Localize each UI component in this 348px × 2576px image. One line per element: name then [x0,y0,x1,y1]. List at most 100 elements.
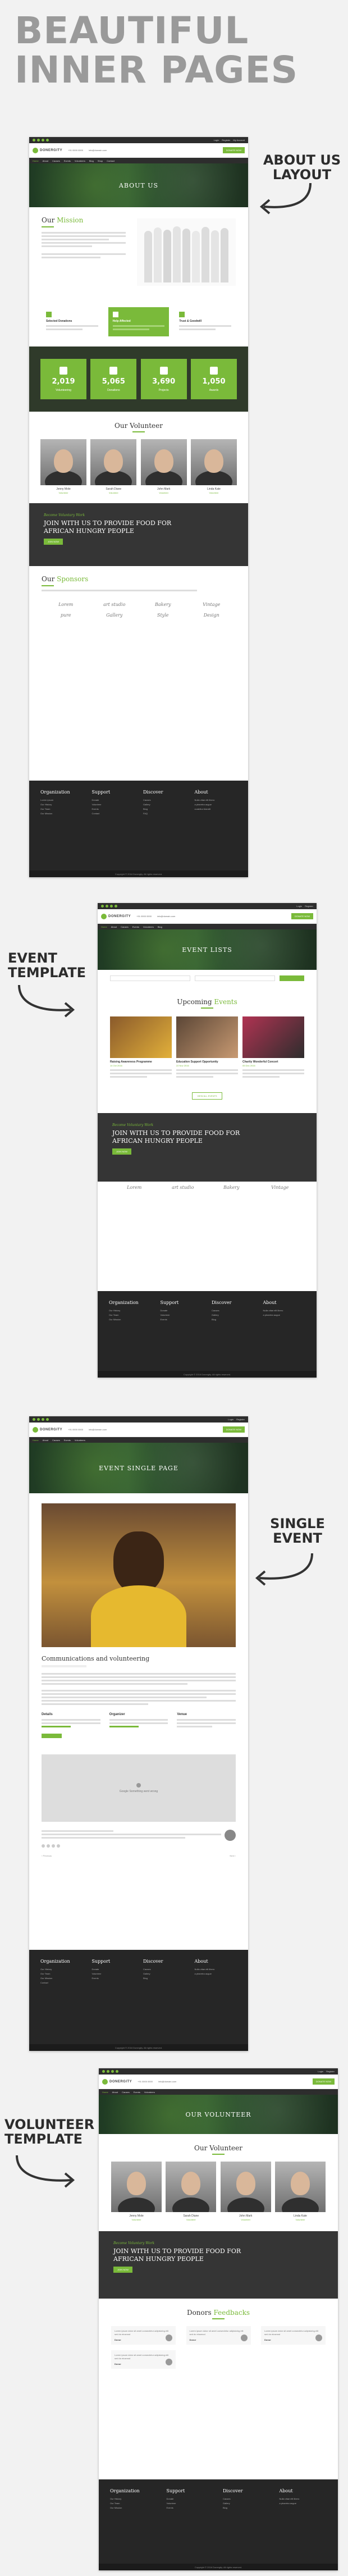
sponsor-logo: Lorem [58,602,74,607]
search-input[interactable] [110,975,190,981]
main-nav: Home About Causes Events Volunteers Blog… [29,158,248,163]
top-bar: Login Register My Account [29,137,248,143]
sponsor-logo: pure [60,613,71,618]
site-footer: Organization Our History Our Team Our Missi… [98,1291,317,1371]
volunteer-template-label: VOLUNTEER TEMPLATE [4,2117,95,2147]
cta-section: Become Voluntary Work JOIN WITH US TO PR… [98,1113,317,1182]
donate-button[interactable]: DONATE NOW [312,2078,335,2085]
sponsors-section: Our Sponsors [29,566,248,596]
page-banner: EVENT LISTS [98,929,317,970]
volunteer-card[interactable]: Linda Kate Volunteer [274,2162,326,2221]
volunteer-card[interactable]: Jenny Mole Volunteer [111,2162,162,2221]
header-phone: +91 0000 0000 [68,149,83,152]
volunteer-title: Our Volunteer [115,422,163,430]
add-to-calendar-button[interactable] [42,1734,62,1738]
top-link-login[interactable]: Login [214,139,219,142]
feedback-card: Lorem ipsum dolor sit amet consectetur a… [111,2350,176,2369]
volunteer-card[interactable]: John Mark Volunteer [140,439,187,494]
event-author [42,1830,236,1841]
nav-blog[interactable]: Blog [89,159,94,162]
site-logo[interactable]: DONERGITY [33,147,62,153]
event-card[interactable]: Raising Awareness Programme 14 Oct 2016 [110,1016,172,1079]
curved-arrow-icon [259,183,312,215]
feedback-section: Donors Feedbacks Lorem ipsum dolor sit a… [99,2299,338,2379]
volunteer-card[interactable]: Sarah Diane Volunteer [90,439,137,494]
event-filter [98,970,317,987]
site-footer: Organization Our History Our Team Our Missi… [29,1950,248,2044]
volunteer-card[interactable]: Jenny Mole Volunteer [40,439,86,494]
stat-projects: 3,690 Projects [140,359,187,399]
site-footer: Organization Our History Our Team Our Missi… [99,2479,338,2564]
join-now-button[interactable]: JOIN NOW [112,1148,131,1155]
avatar [166,2335,172,2341]
stat-donations: 5,065 Donations [90,359,137,399]
header-email: info@domain.com [88,149,107,152]
event-content: Communications and volunteering Details … [29,1493,248,1867]
cta-section: Become Voluntary Work JOIN WITH US TO PR… [99,2231,338,2299]
share-icons[interactable] [42,1844,236,1848]
nav-causes[interactable]: Causes [52,159,60,162]
avatar [225,1830,236,1841]
nav-contact[interactable]: Contact [107,159,115,162]
avatar [315,2335,322,2341]
event-list-page: Login Register DONERGITY +91 0000 0000 in… [98,903,317,1378]
sponsor-logo: Design [203,613,219,618]
nav-events[interactable]: Events [64,159,71,162]
sponsor-logo: Vintage [203,602,221,607]
top-link-account[interactable]: My Account [233,139,245,142]
stat-awards: 1,050 Awards [190,359,237,399]
event-image [42,1503,236,1647]
nav-home[interactable]: Home [33,159,39,162]
donate-button[interactable]: DONATE NOW [222,1426,245,1433]
curved-arrow-icon [18,984,75,1018]
sponsor-logos: Lorem art studio Bakery Vintage pure Gal… [29,596,248,623]
mission-section: Our Mission [29,207,248,307]
volunteer-section: Our Volunteer Jenny Mole Volunteer Sarah … [99,2134,338,2231]
event-title: Communications and volunteering [42,1655,150,1662]
event-map[interactable]: Google Something went wrong [42,1754,236,1822]
volunteer-card[interactable]: Linda Kate Volunteer [190,439,237,494]
site-footer: Organization Lorem ipsum Our History Our Te… [29,781,248,870]
page-banner: EVENT SINGLE PAGE [29,1443,248,1493]
map-marker-icon [136,1783,141,1788]
feedback-card: Lorem ipsum dolor sit amet consectetur a… [111,2326,176,2345]
nav-about[interactable]: About [43,159,48,162]
stats-section: 2,019 Volunteering 5,065 Donations 3,690 Pr… [29,346,248,412]
nav-volunteers[interactable]: Volunteers [75,159,85,162]
feedback-card: Lorem ipsum dolor sit amet consectetur a… [261,2326,326,2345]
social-icons[interactable] [33,139,49,142]
sponsor-logo: Style [157,613,169,618]
help-icon [112,312,118,317]
about-us-label: ABOUT US LAYOUT [263,152,341,183]
donation-icon [46,312,52,317]
trust-icon [179,312,185,317]
volunteer-card[interactable]: Sarah Diane Volunteer [166,2162,217,2221]
view-all-events-button[interactable]: VIEW ALL EVENTS [192,1092,222,1100]
join-now-button[interactable]: JOIN NOW [44,539,63,545]
event-card[interactable]: Charity Wonderful Concert 05 Dec 2016 [242,1016,304,1079]
event-template-label: EVENT TEMPLATE [8,950,86,981]
curved-arrow-icon [255,1553,313,1586]
events-title: Upcoming Events [177,998,237,1006]
join-now-button[interactable]: JOIN NOW [113,2267,132,2273]
event-card[interactable]: Education Support Opportunity 22 Nov 2016 [176,1016,238,1079]
copyright-bar: Copyright © 2016 Donergity. All rights r… [29,870,248,877]
single-event-label: SINGLE EVENT [270,1516,325,1546]
features-row: Selected Donations Help Affected Trust &… [29,307,248,346]
sponsors-title: Our Sponsors [42,575,89,583]
donate-button[interactable]: DONATE NOW [291,913,313,919]
top-link-register[interactable]: Register [222,139,230,142]
donate-button[interactable]: DONATE NOW [222,147,245,153]
event-meta: Details Organizer Venue [42,1713,236,1729]
sponsor-logos: Lorem art studio Bakery Vintage [127,1185,289,1190]
date-input[interactable] [195,975,275,981]
post-pagination[interactable]: ‹ Previous Next › [42,1854,236,1857]
stat-volunteering: 2,019 Volunteering [40,359,86,399]
filter-button[interactable] [280,975,304,981]
team-photo [137,218,236,286]
headline-line-1: BEAUTIFUL [15,9,249,52]
volunteer-section: Our Volunteer Jenny Mole Volunteer Sarah … [29,412,248,503]
nav-shop[interactable]: Shop [98,159,103,162]
sponsor-logo: Bakery [154,602,171,607]
volunteer-card[interactable]: John Mark Volunteer [220,2162,271,2221]
